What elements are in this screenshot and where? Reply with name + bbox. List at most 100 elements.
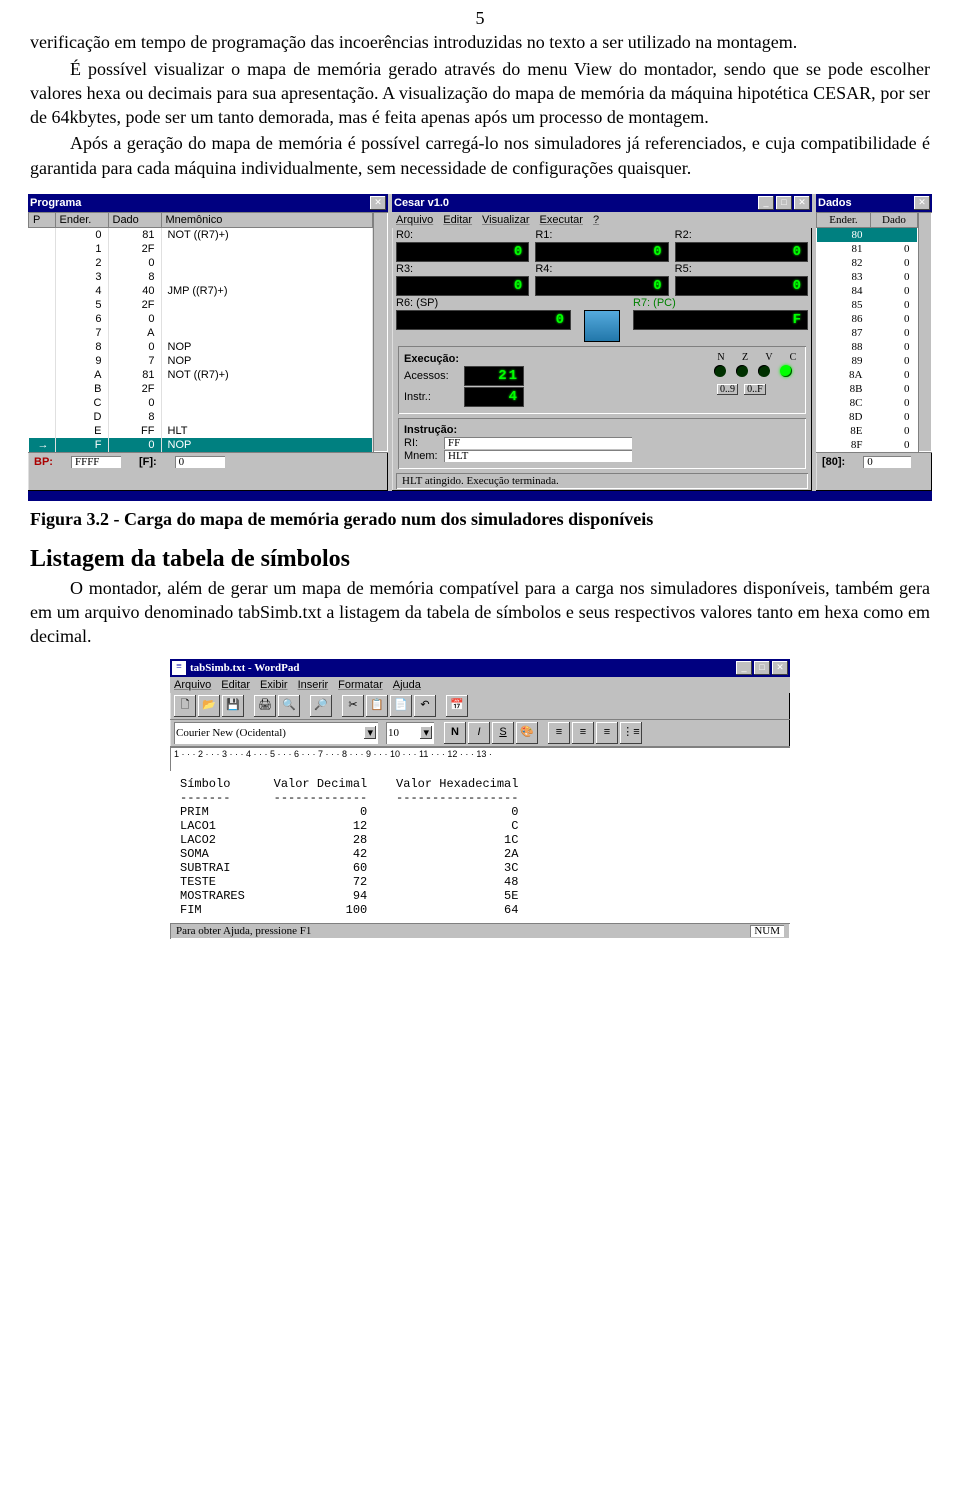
table-row[interactable]: 890: [817, 354, 918, 368]
table-row[interactable]: 38: [29, 270, 373, 284]
table-row[interactable]: 820: [817, 256, 918, 270]
col-header[interactable]: Ender.: [55, 213, 108, 228]
table-row[interactable]: →F0NOP: [29, 438, 373, 452]
table-row[interactable]: 810: [817, 242, 918, 256]
print-icon[interactable]: 🖨: [254, 695, 276, 717]
table-row[interactable]: 52F: [29, 298, 373, 312]
table-row[interactable]: 7A: [29, 326, 373, 340]
table-row[interactable]: 870: [817, 326, 918, 340]
new-icon[interactable]: 🗋: [174, 695, 196, 717]
menu-item[interactable]: Editar: [221, 679, 250, 691]
menu-item[interactable]: Arquivo: [174, 679, 211, 691]
maximize-icon[interactable]: [754, 661, 770, 675]
table-row[interactable]: 80: [817, 228, 918, 243]
maximize-icon[interactable]: [776, 196, 792, 210]
menu-item[interactable]: Visualizar: [482, 214, 530, 226]
col-header[interactable]: Ender.: [817, 213, 871, 228]
table-row[interactable]: 60: [29, 312, 373, 326]
save-icon[interactable]: 💾: [222, 695, 244, 717]
table-row[interactable]: 850: [817, 298, 918, 312]
col-header[interactable]: Dado: [870, 213, 917, 228]
paste-icon[interactable]: 📄: [390, 695, 412, 717]
copy-icon[interactable]: 📋: [366, 695, 388, 717]
paragraph-4: O montador, além de gerar um mapa de mem…: [30, 576, 930, 649]
size-combo[interactable]: 10▾: [386, 722, 434, 744]
align-right-icon[interactable]: ≡: [596, 722, 618, 744]
table-row[interactable]: 8D0: [817, 410, 918, 424]
align-center-icon[interactable]: ≡: [572, 722, 594, 744]
find-icon[interactable]: 🔎: [310, 695, 332, 717]
menu-item[interactable]: Editar: [443, 214, 472, 226]
table-row[interactable]: 840: [817, 284, 918, 298]
menu-item[interactable]: Inserir: [298, 679, 329, 691]
table-row[interactable]: 081NOT ((R7)+): [29, 228, 373, 243]
underline-icon[interactable]: S: [492, 722, 514, 744]
open-icon[interactable]: 📂: [198, 695, 220, 717]
italic-icon[interactable]: I: [468, 722, 490, 744]
ruler[interactable]: 1 · · · 2 · · · 3 · · · 4 · · · 5 · · · …: [170, 747, 790, 771]
col-header[interactable]: Mnemônico: [161, 213, 372, 228]
scrollbar[interactable]: [918, 212, 932, 452]
acessos-label: Acessos:: [404, 370, 464, 382]
table-row[interactable]: EFFHLT: [29, 424, 373, 438]
table-row[interactable]: C0: [29, 396, 373, 410]
table-row[interactable]: 80NOP: [29, 340, 373, 354]
mnem-field[interactable]: HLT: [444, 450, 632, 462]
table-row[interactable]: 97NOP: [29, 354, 373, 368]
close-icon[interactable]: [772, 661, 788, 675]
table-row[interactable]: 880: [817, 340, 918, 354]
align-left-icon[interactable]: ≡: [548, 722, 570, 744]
table-row[interactable]: A81NOT ((R7)+): [29, 368, 373, 382]
dados-foot-field[interactable]: 0: [863, 456, 911, 468]
menu-item[interactable]: Formatar: [338, 679, 383, 691]
col-header[interactable]: P: [29, 213, 56, 228]
menu-item[interactable]: Exibir: [260, 679, 288, 691]
table-row[interactable]: 830: [817, 270, 918, 284]
table-row[interactable]: 8C0: [817, 396, 918, 410]
chevron-down-icon[interactable]: ▾: [420, 726, 432, 739]
table-row[interactable]: 8F0: [817, 438, 918, 452]
table-row[interactable]: 8A0: [817, 368, 918, 382]
table-row[interactable]: 20: [29, 256, 373, 270]
date-icon[interactable]: 📅: [446, 695, 468, 717]
chevron-down-icon[interactable]: ▾: [364, 726, 376, 739]
btn-0-9[interactable]: 0..9: [717, 384, 738, 395]
table-row[interactable]: B2F: [29, 382, 373, 396]
dados-window: Dados Ender.Dado 80810820830840850860870…: [816, 194, 932, 491]
wordpad-body[interactable]: Símbolo Valor Decimal Valor Hexadecimal …: [170, 771, 790, 923]
cut-icon[interactable]: ✂: [342, 695, 364, 717]
menu-item[interactable]: Ajuda: [393, 679, 421, 691]
wordpad-menubar[interactable]: Arquivo Editar Exibir Inserir Formatar Ajuda: [170, 677, 790, 693]
close-icon[interactable]: [794, 196, 810, 210]
bold-icon[interactable]: N: [444, 722, 466, 744]
scrollbar[interactable]: [373, 212, 388, 452]
f-field[interactable]: 0: [175, 456, 225, 468]
menu-item[interactable]: Arquivo: [396, 214, 433, 226]
ri-field[interactable]: FF: [444, 437, 632, 449]
table-row[interactable]: 8B0: [817, 382, 918, 396]
bullets-icon[interactable]: ⋮≡: [620, 722, 642, 744]
computer-icon[interactable]: [584, 310, 620, 342]
cesar-menubar[interactable]: Arquivo Editar Visualizar Executar?: [392, 212, 812, 228]
table-row[interactable]: 860: [817, 312, 918, 326]
undo-icon[interactable]: ↶: [414, 695, 436, 717]
btn-0-f[interactable]: 0..F: [744, 384, 766, 395]
close-icon[interactable]: [914, 196, 930, 210]
wordpad-toolbar-1[interactable]: 🗋 📂 💾 🖨 🔍 🔎 ✂ 📋 📄 ↶ 📅: [170, 693, 790, 720]
font-combo[interactable]: Courier New (Ocidental)▾: [174, 722, 378, 744]
menu-item[interactable]: Executar: [540, 214, 583, 226]
preview-icon[interactable]: 🔍: [278, 695, 300, 717]
bp-field[interactable]: FFFF: [71, 456, 121, 468]
col-header[interactable]: Dado: [108, 213, 161, 228]
table-row[interactable]: 8E0: [817, 424, 918, 438]
table-row[interactable]: D8: [29, 410, 373, 424]
minimize-icon[interactable]: [758, 196, 774, 210]
wordpad-status: Para obter Ajuda, pressione F1: [176, 925, 311, 937]
color-icon[interactable]: 🎨: [516, 722, 538, 744]
wordpad-toolbar-2[interactable]: Courier New (Ocidental)▾ 10▾ N I S 🎨 ≡ ≡…: [170, 720, 790, 747]
minimize-icon[interactable]: [736, 661, 752, 675]
menu-item[interactable]: ?: [593, 214, 599, 226]
table-row[interactable]: 12F: [29, 242, 373, 256]
table-row[interactable]: 440JMP ((R7)+): [29, 284, 373, 298]
close-icon[interactable]: [370, 196, 386, 210]
